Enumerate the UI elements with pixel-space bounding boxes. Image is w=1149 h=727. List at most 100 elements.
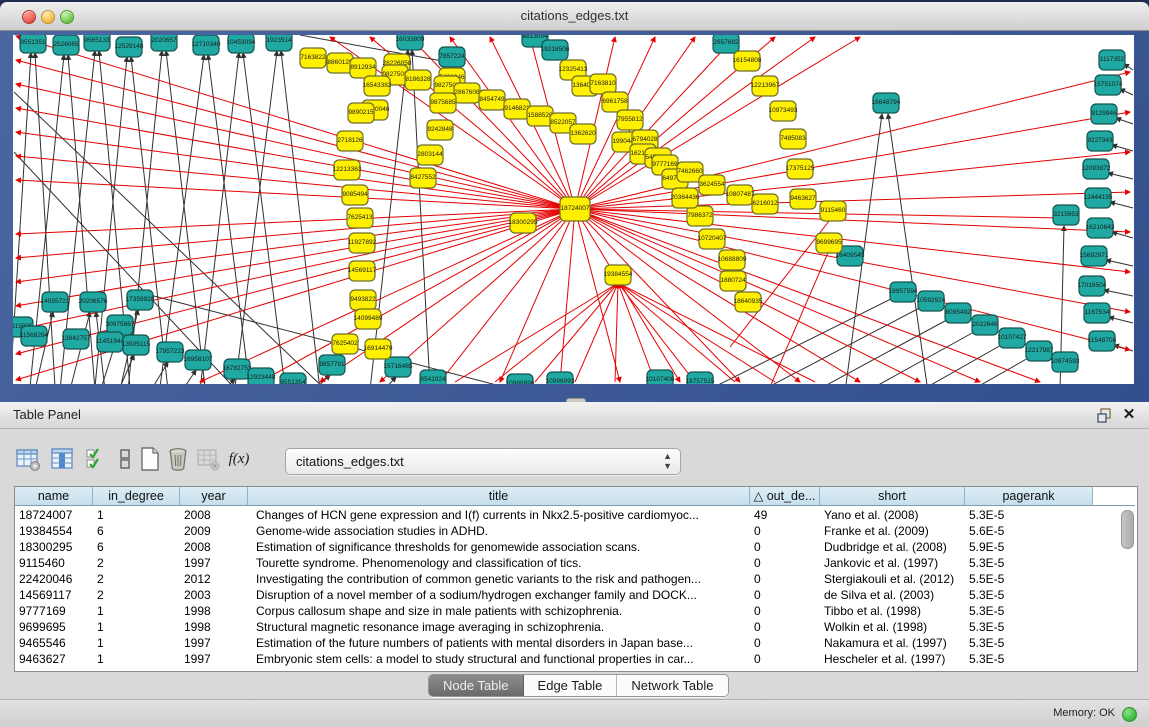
table-row[interactable]: 1830029562008Estimation of significance … [15,539,1137,555]
graph-node[interactable]: 17957223 [156,342,185,362]
column-header-title[interactable]: title [248,487,750,506]
window-titlebar[interactable]: citations_edges.txt [0,2,1149,31]
graph-node[interactable]: 8186328 [405,70,431,90]
graph-node[interactable]: 8860128 [327,53,353,73]
table-settings-button[interactable] [15,446,41,472]
graph-node[interactable]: 9085494 [342,185,368,205]
graph-node[interactable]: 9551351 [20,35,46,53]
graph-node[interactable]: 14099489 [354,309,383,329]
tab-network-table[interactable]: Network Table [617,675,727,696]
graph-node[interactable]: 7625402 [332,334,358,354]
graph-node[interactable]: 10107427 [998,328,1027,348]
graph-node[interactable]: 20364436 [671,188,700,208]
graph-node[interactable]: 16914479 [364,339,393,359]
graph-node[interactable]: 14055721 [41,292,70,312]
graph-node[interactable]: 17016504 [1078,276,1107,296]
column-header-pagerank[interactable]: pagerank [965,487,1093,506]
graph-node[interactable]: 9890215 [348,103,374,123]
graph-node[interactable]: 7625413 [347,208,373,228]
graph-node[interactable]: 16210643 [1086,218,1115,238]
table-row[interactable]: 969969511998Structural magnetic resonanc… [15,619,1137,635]
graph-node[interactable]: 1588520 [527,106,553,126]
graph-node[interactable]: 7986372 [687,206,713,226]
table-row[interactable]: 977716911998Corpus callosum shape and si… [15,603,1137,619]
select-columns-button[interactable] [83,446,109,472]
graph-node[interactable]: 16543382 [363,76,392,96]
graph-node[interactable]: 8095492 [945,303,971,323]
table-row[interactable]: 911546021997Tourette syndrome. Phenomeno… [15,555,1137,571]
graph-node[interactable]: 15751074 [1094,75,1123,95]
graph-node[interactable]: 10107406 [646,370,675,384]
graph-node[interactable]: 7485083 [780,129,806,149]
graph-node[interactable]: 16033809 [396,35,425,50]
graph-node[interactable]: 2020657 [151,35,177,51]
rows-button[interactable] [112,446,138,472]
graph-node[interactable]: 18640935 [734,292,763,312]
graph-node[interactable]: 9565133 [84,35,110,51]
graph-node[interactable]: 9242848 [427,120,453,140]
graph-node[interactable]: 13505115 [122,335,151,355]
graph-node[interactable]: 17359928 [126,290,155,310]
graph-node[interactable]: 11451944 [96,332,125,352]
column-header-year[interactable]: year [180,487,248,506]
graph-node[interactable]: 14569117 [348,261,377,281]
graph-node[interactable]: 9875685 [430,93,456,113]
table-row[interactable]: 1938455462009Genome-wide association stu… [15,523,1137,539]
column-header-name[interactable]: name [15,487,93,506]
graph-node[interactable]: 11568294 [20,326,49,346]
graph-node[interactable]: 2022646 [972,315,998,335]
table-row[interactable]: 2242004622012Investigating the contribut… [15,571,1137,587]
column-header-short[interactable]: short [820,487,965,506]
graph-node[interactable]: 9699695 [816,233,842,253]
graph-node[interactable]: 16648794 [872,93,901,113]
graph-node[interactable]: 12217987 [1025,341,1054,361]
graph-node[interactable]: 1880724 [720,271,746,291]
graph-node[interactable]: 3215953 [1053,205,1079,225]
float-panel-icon[interactable] [1097,408,1113,423]
graph-node[interactable]: 10973493 [769,101,798,121]
graph-node[interactable]: 18300295 [509,213,538,233]
new-document-button[interactable] [137,446,163,472]
graph-node[interactable]: 8541024 [420,370,446,384]
graph-node[interactable]: 10807487 [726,185,755,205]
table-row[interactable]: 1872400712008Changes of HCN gene express… [15,507,1137,523]
network-canvas[interactable]: 9551351252606595651331252914820206571271… [13,35,1134,384]
table-row[interactable]: 946554611997Estimation of the future num… [15,635,1137,651]
graph-node[interactable]: 2803144 [417,145,443,165]
function-builder-button[interactable]: f(x) [226,446,252,472]
graph-node[interactable]: 12444195 [1084,188,1113,208]
graph-node[interactable]: 1117352 [1099,50,1125,70]
table-scrollbar-thumb[interactable] [1121,510,1134,549]
column-header-out_de[interactable]: △ out_de... [750,487,820,506]
graph-node[interactable]: 15716485 [384,357,413,377]
graph-node[interactable]: 10453094 [227,35,256,53]
graph-node[interactable]: 10974593 [1051,352,1080,372]
graph-node[interactable]: 18757515 [686,372,715,384]
table-select-dropdown[interactable]: citations_edges.txt ▲▼ [285,448,681,475]
graph-node[interactable]: 2867608 [454,83,480,103]
graph-node[interactable]: 9146821 [504,99,530,119]
graph-node[interactable]: 6961758 [602,92,628,112]
graph-node[interactable]: 20206576 [79,292,108,312]
graph-node[interactable]: 19218506 [541,40,570,60]
graph-node[interactable]: 12529148 [115,37,144,57]
column-header-in_degree[interactable]: in_degree [93,487,180,506]
graph-node[interactable]: 15692971 [1080,246,1109,266]
graph-node[interactable]: 1362620 [570,124,596,144]
tab-node-table[interactable]: Node Table [429,675,524,696]
graph-node[interactable]: 9129946 [1091,104,1117,124]
graph-node[interactable]: 7857224 [439,47,465,67]
graph-node[interactable]: 1923514 [266,35,292,51]
graph-node[interactable]: 16958107 [184,350,213,370]
graph-node[interactable]: 2526065 [53,35,79,55]
graph-node[interactable]: 10988896 [506,374,535,384]
graph-node[interactable]: 16154808 [733,51,762,71]
graph-node[interactable]: 19384554 [604,265,633,285]
graph-node[interactable]: 10592924 [917,291,946,311]
graph-node[interactable]: 1167534 [1084,303,1110,323]
graph-node[interactable]: 9493822 [350,290,376,310]
graph-node[interactable]: 10720407 [698,229,727,249]
table-panel-titlebar[interactable]: Table Panel ✕ [0,402,1149,429]
column-selector-button[interactable] [49,446,75,472]
graph-node[interactable]: 18724007 [560,197,590,221]
